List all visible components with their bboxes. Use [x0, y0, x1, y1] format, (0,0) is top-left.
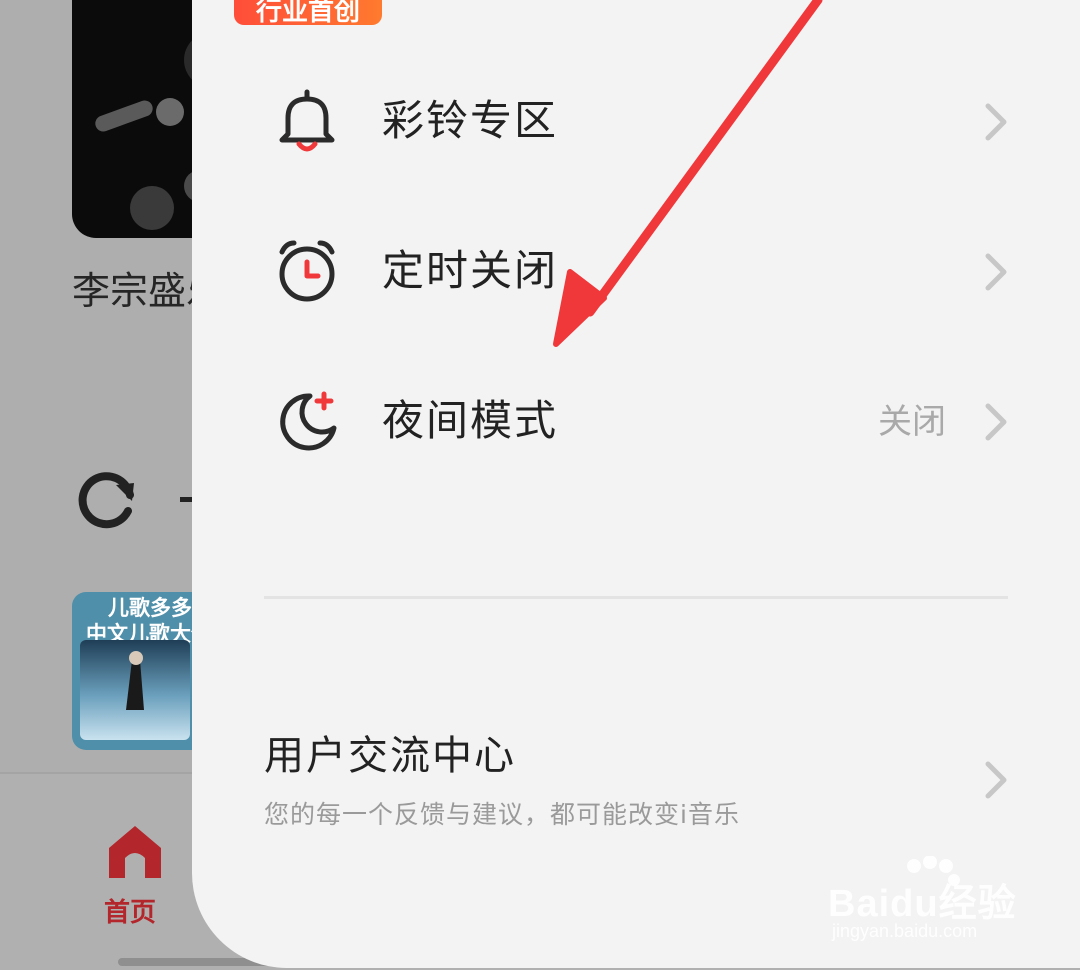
feedback-title: 用户交流中心 [264, 733, 516, 779]
feedback-subtitle: 您的每一个反馈与建议，都可能改变i音乐 [264, 800, 740, 829]
menu-item-night-mode[interactable]: 夜间模式 关闭 [192, 366, 1080, 476]
chevron-right-icon [985, 103, 1007, 141]
feature-badge: 行业首创 [234, 0, 382, 25]
menu-item-label: 夜间模式 [382, 396, 559, 445]
chevron-right-icon [985, 253, 1007, 291]
menu-item-sleep-timer[interactable]: 定时关闭 [192, 216, 1080, 326]
home-icon[interactable] [103, 822, 167, 882]
watermark-url: jingyan.baidu.com [832, 921, 978, 941]
alarm-clock-icon [279, 240, 335, 302]
watermark-brand: Baidu经验 [828, 883, 1017, 925]
menu-item-feedback-center[interactable]: 用户交流中心 您的每一个反馈与建议，都可能改变i音乐 [192, 720, 1080, 850]
chevron-right-icon [985, 761, 1007, 799]
menu-item-label: 定时关闭 [382, 246, 559, 295]
refresh-icon[interactable] [72, 465, 142, 535]
moon-icon [280, 391, 337, 451]
album-cover-image [80, 640, 190, 740]
song-title[interactable]: 李宗盛乐教父 [72, 262, 202, 320]
album-card[interactable]: 儿歌多多 中文儿歌大全 [72, 592, 212, 750]
menu-item-label: 彩铃专区 [382, 96, 559, 145]
chevron-right-icon [985, 403, 1007, 441]
bell-icon [279, 89, 335, 152]
menu-item-ringtone[interactable]: 彩铃专区 [192, 66, 1080, 176]
section-divider [264, 596, 1008, 599]
side-drawer: 行业首创 彩铃专区 定时关闭 夜间模式 关闭 用户交流中心 您的每一个反馈与建议… [192, 0, 1080, 968]
night-mode-status: 关闭 [878, 402, 946, 442]
nav-home-label[interactable]: 首页 [104, 892, 156, 929]
